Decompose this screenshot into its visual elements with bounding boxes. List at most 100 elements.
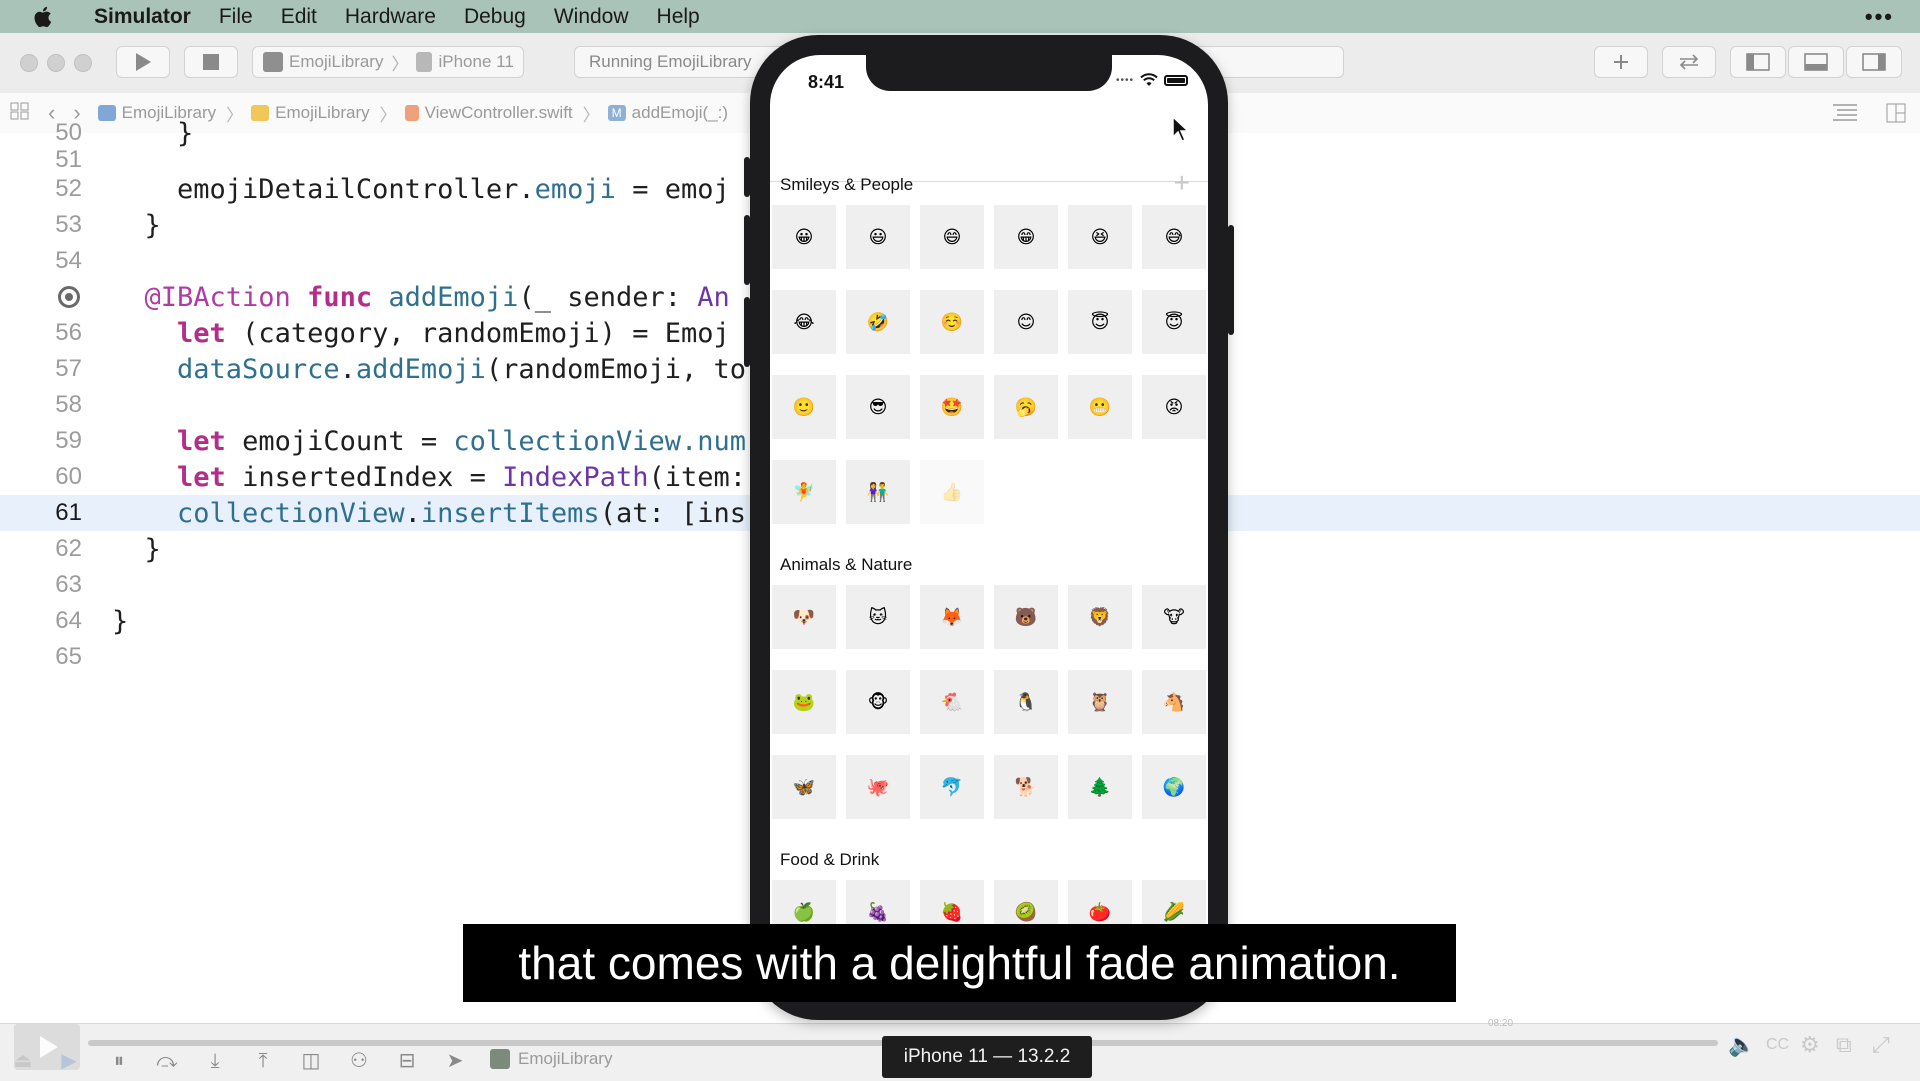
menu-file[interactable]: File xyxy=(205,5,267,29)
memory-graph-icon[interactable]: ⚇ xyxy=(348,1050,370,1072)
close-window-button[interactable] xyxy=(20,54,38,72)
emoji-cell[interactable]: 🧚 xyxy=(772,460,836,524)
mute-switch[interactable] xyxy=(744,157,750,197)
emoji-cell[interactable]: 😊 xyxy=(994,290,1058,354)
run-button[interactable] xyxy=(116,46,170,78)
emoji-cell[interactable]: 🐔 xyxy=(920,670,984,734)
emoji-cell[interactable]: 👍 xyxy=(920,460,984,524)
emoji-cell[interactable]: 🤩 xyxy=(920,375,984,439)
more-menu-icon[interactable]: ••• xyxy=(1865,4,1894,30)
menu-hardware[interactable]: Hardware xyxy=(331,5,450,29)
emoji-cell[interactable]: 🦊 xyxy=(920,585,984,649)
emoji-cell[interactable]: 🐬 xyxy=(920,755,984,819)
apple-menu-icon[interactable] xyxy=(22,5,66,29)
emoji-cell[interactable]: 🦉 xyxy=(1068,670,1132,734)
zoom-window-button[interactable] xyxy=(74,54,92,72)
emoji-cell[interactable]: 🐶 xyxy=(772,585,836,649)
app-icon xyxy=(490,1049,510,1069)
side-button[interactable] xyxy=(1228,225,1234,335)
menu-edit[interactable]: Edit xyxy=(267,5,331,29)
menu-help[interactable]: Help xyxy=(643,5,714,29)
emoji-cell[interactable]: 😁 xyxy=(994,205,1058,269)
line-number: 64 xyxy=(55,607,82,634)
debug-area-toggle-button[interactable] xyxy=(1788,46,1844,78)
environment-overrides-icon[interactable]: ⊟ xyxy=(396,1050,418,1072)
emoji-cell[interactable]: 🐧 xyxy=(994,670,1058,734)
location-icon[interactable]: ➤ xyxy=(444,1050,466,1072)
emoji-cell[interactable]: 😃 xyxy=(846,205,910,269)
chevron-right-icon: 〉 xyxy=(391,54,409,74)
step-into-icon[interactable]: ⤓ xyxy=(204,1050,226,1072)
view-hierarchy-icon[interactable]: ◫ xyxy=(300,1050,322,1072)
line-number: 60 xyxy=(55,463,82,490)
wifi-icon xyxy=(1140,73,1158,86)
debug-process: EmojiLibrary xyxy=(490,1049,612,1069)
stop-button[interactable] xyxy=(184,46,238,78)
step-out-icon[interactable]: ⤒ xyxy=(252,1050,274,1072)
emoji-cell[interactable]: 😇 xyxy=(1068,290,1132,354)
menu-window[interactable]: Window xyxy=(540,5,643,29)
code-review-button[interactable] xyxy=(1662,46,1716,78)
picture-in-picture-icon[interactable]: ⧉ xyxy=(1836,1032,1852,1058)
simulator-screen[interactable]: 8:41 •••• + Smileys & People 😀 😃 😄 😁 😆 😅 😂 🤣 ☺️ 😊 😇… xyxy=(770,55,1208,1000)
emoji-cell[interactable]: 😎 xyxy=(846,375,910,439)
emoji-cell[interactable]: 🐕 xyxy=(994,755,1058,819)
emoji-cell[interactable]: 🥱 xyxy=(994,375,1058,439)
emoji-cell[interactable]: 👫 xyxy=(846,460,910,524)
device-icon xyxy=(416,52,433,72)
fullscreen-icon[interactable]: ⤢ xyxy=(1872,1032,1890,1058)
volume-down-button[interactable] xyxy=(744,297,750,367)
emoji-cell[interactable]: 🐙 xyxy=(846,755,910,819)
menu-simulator[interactable]: Simulator xyxy=(80,5,205,29)
minimize-window-button[interactable] xyxy=(47,54,65,72)
ibaction-connection-icon[interactable] xyxy=(58,286,80,308)
menu-debug[interactable]: Debug xyxy=(450,5,540,29)
video-timestamp: 08:20 xyxy=(1488,1018,1514,1029)
add-emoji-button[interactable]: + xyxy=(1174,167,1190,199)
emoji-cell[interactable]: 🐵 xyxy=(846,670,910,734)
navigation-bar: + xyxy=(770,113,1208,198)
line-number: 57 xyxy=(55,355,82,382)
device-version-label: iPhone 11 — 13.2.2 xyxy=(882,1036,1092,1078)
emoji-cell[interactable]: 😬 xyxy=(1068,375,1132,439)
emoji-cell[interactable]: 😀 xyxy=(772,205,836,269)
emoji-cell[interactable]: ☺️ xyxy=(920,290,984,354)
emoji-cell[interactable]: 🌍 xyxy=(1142,755,1206,819)
captions-icon[interactable]: CC xyxy=(1766,1036,1789,1054)
emoji-cell[interactable]: 😄 xyxy=(920,205,984,269)
inspector-toggle-button[interactable] xyxy=(1846,46,1902,78)
app-target-icon xyxy=(263,52,283,72)
line-number: 61 xyxy=(55,499,82,526)
library-button[interactable] xyxy=(1594,46,1648,78)
emoji-cell[interactable]: 😂 xyxy=(772,290,836,354)
line-number: 65 xyxy=(55,643,82,670)
pause-icon[interactable]: ⏸ xyxy=(108,1050,130,1072)
battery-icon xyxy=(1164,74,1188,86)
emoji-cell[interactable]: 😇 xyxy=(1142,290,1206,354)
emoji-cell[interactable]: 😆 xyxy=(1068,205,1132,269)
bottom-panel-icon xyxy=(1804,53,1828,71)
emoji-cell[interactable]: 🐮 xyxy=(1142,585,1206,649)
volume-up-button[interactable] xyxy=(744,215,750,285)
emoji-cell[interactable]: 🌲 xyxy=(1068,755,1132,819)
video-play-button[interactable] xyxy=(14,1024,80,1070)
line-number: 62 xyxy=(55,535,82,562)
iphone-simulator: 8:41 •••• + Smileys & People 😀 😃 😄 😁 😆 😅 😂 🤣 ☺️ 😊 😇… xyxy=(744,35,1234,1020)
step-over-icon[interactable]: ⤼ xyxy=(156,1050,178,1072)
line-number: 52 xyxy=(55,175,82,202)
emoji-cell[interactable]: 🦋 xyxy=(772,755,836,819)
emoji-cell[interactable]: 🐱 xyxy=(846,585,910,649)
play-icon xyxy=(136,53,151,71)
settings-icon[interactable]: ⚙ xyxy=(1800,1032,1820,1058)
scheme-selector[interactable]: EmojiLibrary 〉 iPhone 11 xyxy=(252,46,524,78)
emoji-cell[interactable]: 🐻 xyxy=(994,585,1058,649)
emoji-cell[interactable]: 😅 xyxy=(1142,205,1206,269)
emoji-cell[interactable]: 😡 xyxy=(1142,375,1206,439)
volume-icon[interactable]: 🔈 xyxy=(1728,1032,1755,1058)
emoji-cell[interactable]: 🤣 xyxy=(846,290,910,354)
emoji-cell[interactable]: 🐸 xyxy=(772,670,836,734)
emoji-cell[interactable]: 🙂 xyxy=(772,375,836,439)
emoji-cell[interactable]: 🦁 xyxy=(1068,585,1132,649)
emoji-cell[interactable]: 🐴 xyxy=(1142,670,1206,734)
navigator-toggle-button[interactable] xyxy=(1730,46,1786,78)
